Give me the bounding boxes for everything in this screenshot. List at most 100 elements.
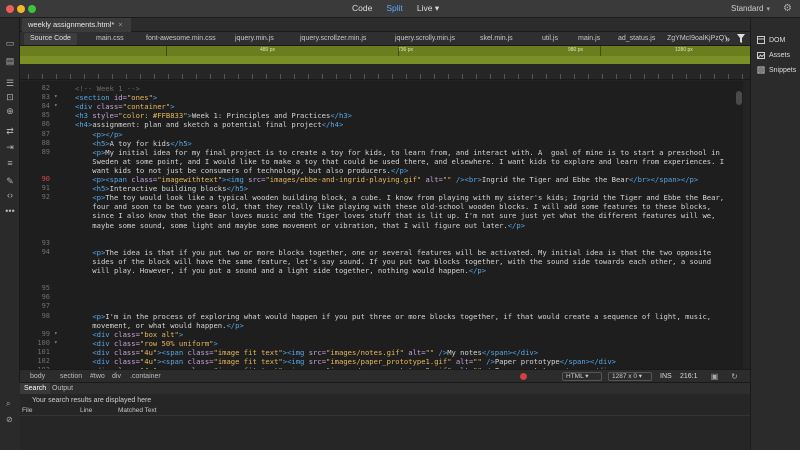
document-tab-label: weekly assignments.html* <box>28 20 115 29</box>
code-editor[interactable]: 82 83 84 85 86 87 88 89 90 91 92 93 94 95 96 97 98 99 100 1… <box>20 81 743 369</box>
code-line[interactable]: <p><span class="imagewithtext"><img src=… <box>75 175 698 184</box>
ruler-tick <box>434 74 435 79</box>
code-line[interactable]: <h4>assignment: plan and sketch a potent… <box>75 120 343 129</box>
view-mode-code[interactable]: Code <box>352 3 372 14</box>
tab-search[interactable]: Search <box>20 383 51 394</box>
view-mode-split[interactable]: Split <box>386 3 403 14</box>
related-file-jquery[interactable]: jquery.min.js <box>235 32 274 46</box>
column-matched-text[interactable]: Matched Text <box>118 407 157 414</box>
media-query-segment[interactable] <box>600 46 601 56</box>
column-file[interactable]: File <box>22 407 32 414</box>
code-scrollbar[interactable] <box>735 81 743 369</box>
related-file-ad-status[interactable]: ad_status.js <box>618 32 655 46</box>
ruler-tick <box>546 74 547 79</box>
media-query-segment[interactable] <box>166 46 167 56</box>
more-files-icon[interactable]: » <box>725 32 730 46</box>
code-line[interactable]: <p>The toy would look like a typical woo… <box>75 193 724 202</box>
media-query-bar-secondary[interactable] <box>20 56 750 64</box>
more-icon[interactable]: ••• <box>4 206 16 216</box>
ruler-tick <box>322 74 323 79</box>
code-line[interactable]: will play. However, if you put a sound a… <box>75 266 486 275</box>
code-line[interactable]: <div class="box alt"> <box>75 330 183 339</box>
related-file-jquery-scrollzer[interactable]: jquery.scrollzer.min.js <box>300 32 366 46</box>
indent-icon[interactable]: ⇥ <box>4 142 16 152</box>
code-line[interactable]: maybe some sound, some light and maybe s… <box>75 221 525 230</box>
close-window-button[interactable] <box>6 5 14 13</box>
media-query-bar[interactable]: 480 px 736 px 980 px 1280 px <box>20 46 750 56</box>
workspace-switcher[interactable]: Standard ▾ <box>731 4 770 13</box>
ruler-tick <box>308 74 309 79</box>
inspect-icon[interactable]: ⊡ <box>4 92 16 102</box>
search-icon[interactable]: ⌕ <box>6 400 14 408</box>
zoom-window-button[interactable] <box>28 5 36 13</box>
related-file-skel[interactable]: skel.min.js <box>480 32 513 46</box>
code-line[interactable]: since I also know that the Bear loves mu… <box>75 211 715 220</box>
open-file-icon[interactable]: ▤ <box>4 56 16 66</box>
code-line[interactable]: <h5>A toy for kids</h5> <box>75 139 192 148</box>
ruler-tick <box>658 74 659 79</box>
panel-dom[interactable]: DOM <box>757 36 785 44</box>
minimize-window-button[interactable] <box>17 5 25 13</box>
list-icon[interactable]: ☰ <box>4 78 16 88</box>
code-line[interactable]: <p>My initial idea for my final project … <box>75 148 719 157</box>
ruler-tick <box>644 74 645 79</box>
code-line[interactable]: Sweden at some point, and I would like t… <box>75 157 724 166</box>
code-line[interactable]: <div class="4u"><span class="image fit t… <box>75 357 616 366</box>
source-code-button[interactable]: Source Code <box>24 33 77 45</box>
column-line[interactable]: Line <box>80 407 92 414</box>
line-number: 93 <box>41 238 50 247</box>
code-line[interactable]: movement, or what would happen.</p> <box>75 321 243 330</box>
code-line[interactable]: <p>The idea is that if you put two or mo… <box>75 248 711 257</box>
code-line[interactable]: sides of the block will have the same fe… <box>75 257 711 266</box>
related-file-font-awesome[interactable]: font-awesome.min.css <box>146 32 216 46</box>
code-scrollbar-thumb[interactable] <box>736 91 742 105</box>
language-select[interactable]: HTML ▾ <box>562 372 602 381</box>
related-file-main-js[interactable]: main.js <box>578 32 600 46</box>
code-line[interactable]: <!-- Week 1 --> <box>75 84 140 93</box>
document-tab[interactable]: weekly assignments.html* × <box>22 18 131 32</box>
code-line[interactable]: <h3 style="color: #FFB833">Week 1: Princ… <box>75 111 352 120</box>
line-number: 91 <box>41 184 50 193</box>
fold-toggle-icon[interactable]: ▾ <box>54 102 62 109</box>
close-icon[interactable]: × <box>118 20 122 29</box>
ruler-tick <box>112 74 113 79</box>
code-line[interactable]: four and soon to be two years old, that … <box>75 202 711 211</box>
related-file-jquery-scrolly[interactable]: jquery.scrolly.min.js <box>395 32 455 46</box>
view-mode-live[interactable]: Live ▾ <box>417 3 439 14</box>
window-size-select[interactable]: 1287 x 0 ▾ <box>608 372 652 381</box>
code-line[interactable]: <h5>Interactive building blocks</h5> <box>75 184 248 193</box>
tab-output[interactable]: Output <box>48 383 77 394</box>
code-line[interactable]: <div class="row 50% uniform"> <box>75 339 218 348</box>
format-icon[interactable]: ≡ <box>4 158 16 168</box>
fold-toggle-icon[interactable]: ▾ <box>54 93 62 100</box>
target-icon[interactable]: ⊕ <box>4 106 16 116</box>
fold-toggle-icon[interactable]: ▾ <box>54 330 62 337</box>
code-line[interactable]: want kids to not just be consumers of te… <box>75 166 408 175</box>
preview-icon[interactable]: ▣ <box>710 372 719 381</box>
code-line[interactable]: <div class="4u"><span class="image fit t… <box>75 348 538 357</box>
refresh-icon[interactable]: ↻ <box>730 372 739 381</box>
related-file-main-css[interactable]: main.css <box>96 32 124 46</box>
gear-icon[interactable]: ⚙ <box>783 3 792 14</box>
error-status-icon[interactable] <box>520 373 527 380</box>
panel-assets[interactable]: Assets <box>757 51 790 59</box>
related-file-external[interactable]: ZgYMcI9oalKjPzQYmEGpH3UCDu71Mg1t <box>667 32 727 46</box>
ruler-tick <box>84 74 85 79</box>
related-file-util[interactable]: util.js <box>542 32 558 46</box>
code-line[interactable]: <p></p> <box>75 130 122 139</box>
fold-toggle-icon[interactable]: ▾ <box>54 339 62 346</box>
panel-snippets[interactable]: Snippets <box>757 66 796 74</box>
comment-icon[interactable]: ✎ <box>4 176 16 186</box>
file-icon[interactable]: ▭ <box>4 38 16 48</box>
search-results-message: Your search results are displayed here <box>32 397 152 404</box>
code-icon[interactable]: ‹› <box>4 190 16 200</box>
code-line[interactable]: <section id="ones"> <box>75 93 157 102</box>
ruler-tick <box>560 74 561 79</box>
code-line[interactable]: <div class="container"> <box>75 102 175 111</box>
clear-icon[interactable]: ⊘ <box>6 416 14 424</box>
wrap-icon[interactable]: ⇄ <box>4 126 16 136</box>
line-number: 98 <box>41 311 50 320</box>
code-line[interactable]: <p>I'm in the process of exploring what … <box>75 312 711 321</box>
ruler-tick <box>448 74 449 79</box>
filter-icon[interactable] <box>737 34 745 43</box>
